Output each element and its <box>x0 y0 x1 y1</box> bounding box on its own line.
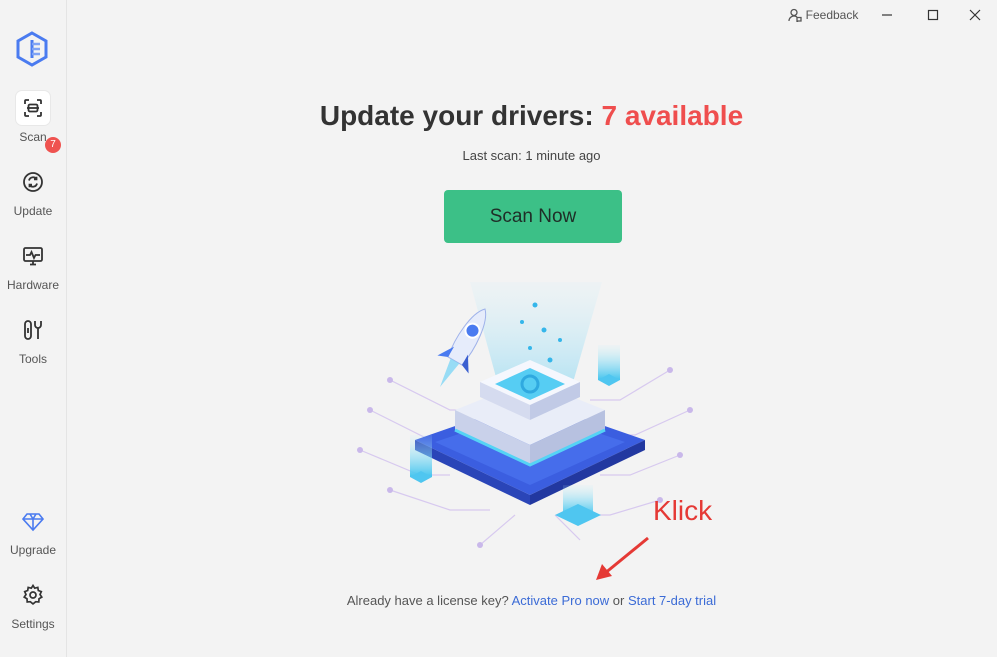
feedback-icon <box>787 8 802 22</box>
activate-pro-link[interactable]: Activate Pro now <box>512 593 610 608</box>
annotation-label: Klick <box>653 495 713 526</box>
sidebar: Scan 7 Update Hardware Tools Upgrade Set… <box>0 0 67 657</box>
sidebar-item-scan[interactable]: Scan <box>0 91 66 144</box>
license-question: Already have a license key? <box>346 593 509 608</box>
feedback-label: Feedback <box>805 8 859 22</box>
monitor-pulse-icon <box>16 239 50 273</box>
page-title: Update your drivers: 7 available <box>66 100 997 132</box>
headline-text: Update your drivers: <box>319 100 594 131</box>
diamond-icon <box>16 504 50 538</box>
minimize-button[interactable] <box>872 0 902 30</box>
sidebar-item-hardware[interactable]: Hardware <box>0 239 66 292</box>
sidebar-item-label: Upgrade <box>9 543 57 557</box>
maximize-button[interactable] <box>918 0 948 30</box>
available-count: 7 available <box>601 100 744 131</box>
update-count-badge: 7 <box>45 137 61 153</box>
sidebar-item-label: Update <box>13 204 53 218</box>
maximize-icon <box>927 9 939 21</box>
sidebar-item-label: Hardware <box>6 278 60 292</box>
sidebar-item-update[interactable]: 7 Update <box>0 137 66 218</box>
or-text: or <box>612 593 625 608</box>
gear-icon <box>16 578 50 612</box>
last-scan-status: Last scan: 1 minute ago <box>462 148 601 163</box>
minimize-icon <box>882 14 892 16</box>
refresh-icon <box>16 165 50 199</box>
sidebar-item-settings[interactable]: Settings <box>0 578 66 631</box>
sidebar-item-tools[interactable]: Tools <box>0 313 66 366</box>
close-icon <box>969 9 981 21</box>
license-prompt: Already have a license key? Activate Pro… <box>66 593 997 608</box>
feedback-button[interactable]: Feedback <box>786 0 860 30</box>
scan-icon <box>16 91 50 125</box>
annotation-arrow-icon <box>596 536 649 580</box>
sidebar-item-label: Tools <box>18 352 47 366</box>
scan-now-button[interactable]: Scan Now <box>444 190 622 243</box>
app-logo <box>16 31 48 67</box>
sidebar-item-label: Settings <box>11 617 55 631</box>
sidebar-item-upgrade[interactable]: Upgrade <box>0 504 66 557</box>
start-trial-link[interactable]: Start 7-day trial <box>628 593 716 608</box>
close-button[interactable] <box>960 0 990 30</box>
tools-icon <box>16 313 50 347</box>
